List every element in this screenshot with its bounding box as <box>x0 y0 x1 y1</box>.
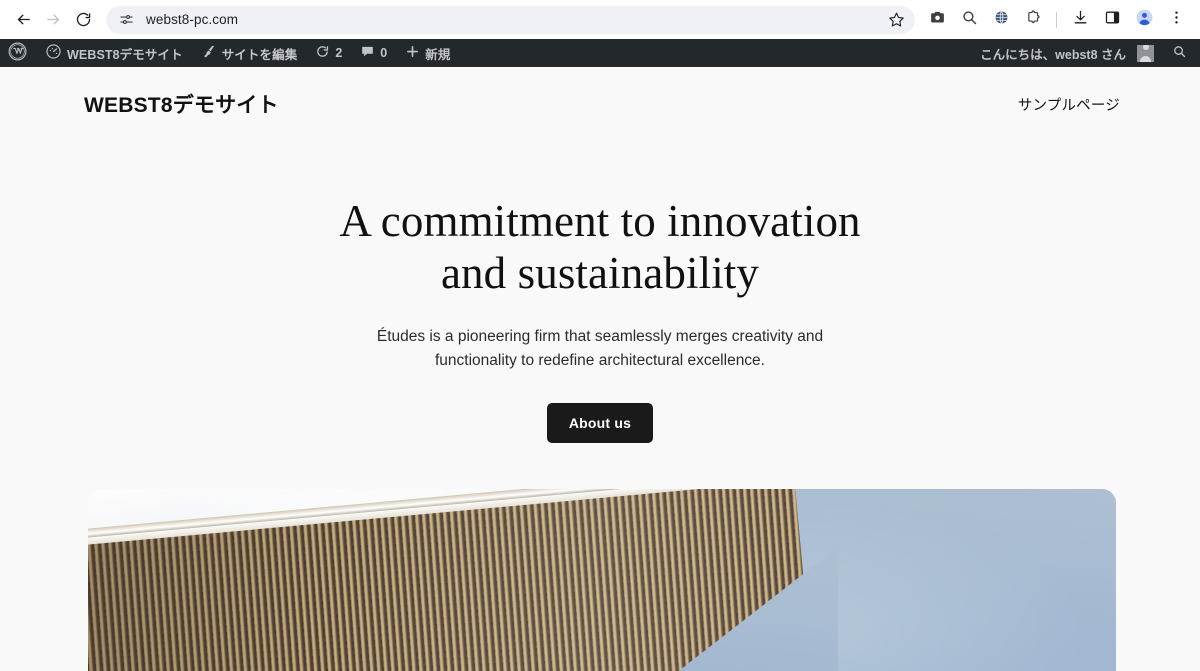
admin-bar-comments[interactable]: 0 <box>351 39 396 67</box>
side-panel-button[interactable] <box>1097 5 1127 35</box>
admin-bar-my-account[interactable]: こんにちは、webst8 さん <box>971 39 1163 67</box>
plus-icon <box>405 44 420 62</box>
downloads-icon <box>1072 9 1089 31</box>
hero-photo-sky <box>88 489 1116 671</box>
avatar-body <box>1140 55 1151 62</box>
avatar-glyph <box>1137 44 1154 62</box>
forward-arrow-icon <box>45 11 62 28</box>
dashboard-gauge-icon <box>45 43 62 63</box>
translate-globe-button[interactable] <box>986 5 1016 35</box>
admin-bar-updates[interactable]: 2 <box>306 39 351 67</box>
hero-section: A commitment to innovation and sustainab… <box>0 119 1200 444</box>
wordpress-logo-icon <box>8 42 27 64</box>
back-button[interactable] <box>8 5 38 35</box>
admin-bar-wp-logo[interactable] <box>0 39 36 67</box>
profile-button[interactable] <box>1129 5 1159 35</box>
admin-bar-new-label: 新規 <box>425 47 451 62</box>
screenshot-camera-button[interactable] <box>922 5 952 35</box>
admin-bar-right-group: こんにちは、webst8 さん <box>971 39 1200 67</box>
chrome-menu-button[interactable] <box>1161 5 1191 35</box>
customize-brush-icon <box>201 44 217 63</box>
page-title: A commitment to innovation and sustainab… <box>0 195 1200 299</box>
toolbar-divider <box>1056 11 1057 28</box>
side-panel-icon <box>1104 9 1121 31</box>
admin-bar-new-content[interactable]: 新規 <box>396 39 459 67</box>
admin-bar-updates-count: 2 <box>335 46 343 60</box>
admin-bar-site-name-label: WEBST8デモサイト <box>67 47 183 62</box>
hero-subtext: Études is a pioneering firm that seamles… <box>376 328 824 369</box>
bookmark-star-icon[interactable] <box>883 7 909 33</box>
hero-image <box>88 489 1116 671</box>
site-navigation: サンプルページ <box>1018 94 1120 115</box>
admin-bar-edit-site-label: サイトを編集 <box>221 47 298 62</box>
site-header: WEBST8デモサイト サンプルページ <box>0 67 1200 119</box>
reload-icon <box>75 11 92 28</box>
avatar-head <box>1142 44 1149 50</box>
admin-bar-greeting: こんにちは、webst8 さん <box>980 47 1126 62</box>
address-bar[interactable]: webst8-pc.com <box>106 5 915 34</box>
page-settings-icon[interactable] <box>116 10 136 30</box>
comment-bubble-icon <box>360 44 375 62</box>
search-magnifier-icon <box>961 9 978 31</box>
url-text[interactable]: webst8-pc.com <box>146 12 883 27</box>
hero-heading-line-2: and sustainability <box>440 248 759 299</box>
search-icon <box>1172 44 1187 62</box>
about-us-button[interactable]: About us <box>546 403 654 444</box>
avatar <box>1137 44 1154 62</box>
nav-link-sample-page[interactable]: サンプルページ <box>1018 94 1120 115</box>
back-arrow-icon <box>15 11 32 28</box>
admin-bar-edit-site[interactable]: サイトを編集 <box>192 39 307 67</box>
reload-button[interactable] <box>68 5 98 35</box>
translate-globe-icon <box>993 9 1010 31</box>
admin-bar-comments-count: 0 <box>380 46 388 60</box>
site-viewport: WEBST8デモサイト サンプルページ A commitment to inno… <box>0 67 1200 671</box>
updates-refresh-icon <box>315 44 330 62</box>
screenshot-camera-icon <box>929 9 946 31</box>
extensions-button[interactable] <box>1018 5 1048 35</box>
site-title[interactable]: WEBST8デモサイト <box>84 89 279 119</box>
forward-button[interactable] <box>38 5 68 35</box>
search-magnifier-button[interactable] <box>954 5 984 35</box>
admin-bar-left-group: WEBST8デモサイト サイトを編集 2 0 新規 <box>0 39 459 67</box>
hero-heading-line-1: A commitment to innovation <box>339 196 861 246</box>
extensions-puzzle-icon <box>1025 9 1042 31</box>
browser-toolbar: webst8-pc.com <box>0 0 1200 39</box>
admin-bar-search[interactable] <box>1163 39 1196 67</box>
wordpress-admin-bar: WEBST8デモサイト サイトを編集 2 0 新規 こんにちは、webst8 さ… <box>0 39 1200 67</box>
profile-avatar-icon <box>1135 8 1154 32</box>
admin-bar-site-name[interactable]: WEBST8デモサイト <box>36 39 192 67</box>
chrome-menu-icon <box>1168 9 1185 31</box>
downloads-button[interactable] <box>1065 5 1095 35</box>
